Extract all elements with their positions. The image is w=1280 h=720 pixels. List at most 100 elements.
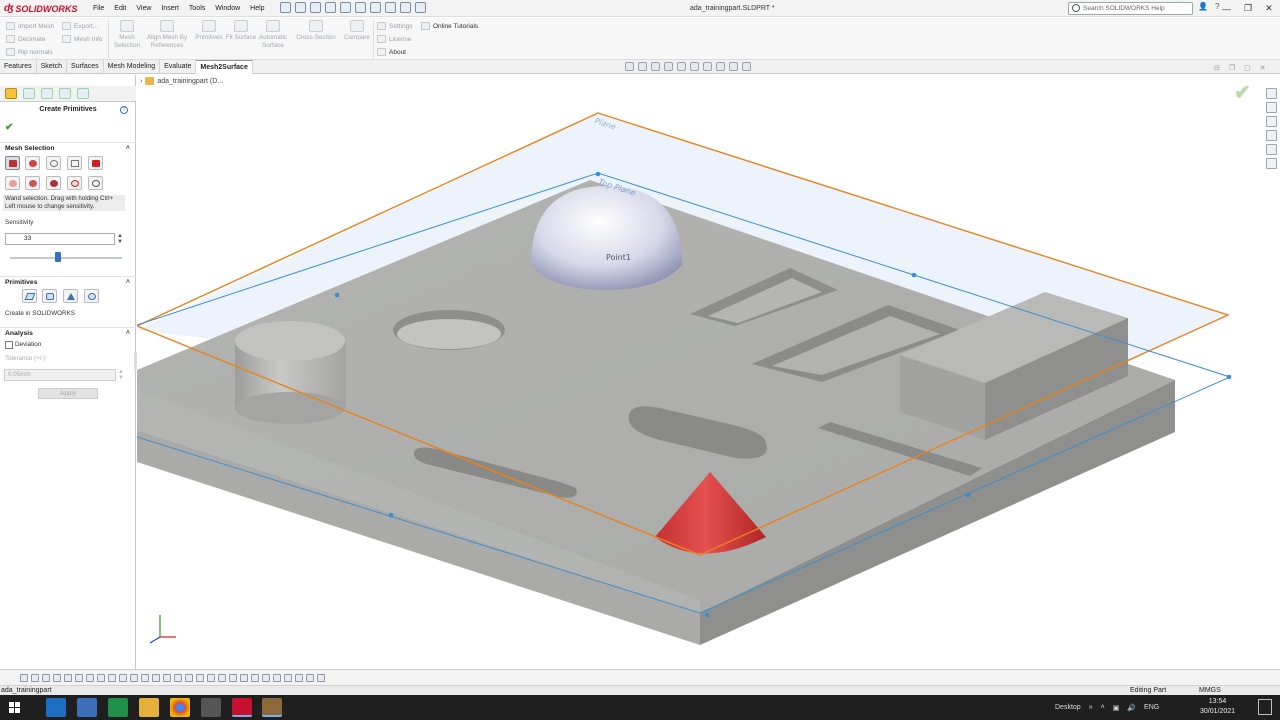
section-view-icon[interactable] bbox=[664, 62, 673, 71]
license-button[interactable]: License bbox=[377, 35, 411, 43]
view-orientation-icon[interactable] bbox=[677, 62, 686, 71]
print-icon[interactable] bbox=[340, 2, 351, 13]
filter-balloon-icon[interactable] bbox=[284, 673, 292, 682]
filter-mesh-icon[interactable] bbox=[163, 673, 171, 682]
sensitivity-input[interactable]: 33 bbox=[5, 233, 115, 245]
filter-faces-icon[interactable] bbox=[53, 673, 61, 682]
notification-icon[interactable] bbox=[1258, 699, 1272, 715]
view-palette-icon[interactable] bbox=[1266, 130, 1277, 141]
about-button[interactable]: About bbox=[377, 48, 406, 56]
hide-selection-button[interactable] bbox=[67, 176, 82, 190]
dimxpert-tab-icon[interactable] bbox=[59, 88, 71, 99]
filter-points-icon[interactable] bbox=[108, 673, 116, 682]
primitives-button[interactable]: Primitives bbox=[192, 20, 226, 42]
menu-file[interactable]: File bbox=[88, 5, 109, 12]
save-icon[interactable] bbox=[325, 2, 336, 13]
collapse-icon[interactable]: ˄ bbox=[126, 277, 130, 288]
design-library-icon[interactable] bbox=[1266, 102, 1277, 113]
cylinder-primitive-button[interactable] bbox=[42, 289, 57, 303]
volume-icon[interactable]: 🔊 bbox=[1127, 704, 1136, 712]
property-manager-tab-icon[interactable] bbox=[23, 88, 35, 99]
solidworks-taskbar-icon[interactable] bbox=[232, 698, 252, 717]
automatic-surface-button[interactable]: Automatic Surface bbox=[254, 20, 292, 50]
filter-revision-icon[interactable] bbox=[306, 673, 314, 682]
viewport-restore-icon[interactable]: ❐ bbox=[1229, 64, 1235, 72]
ok-check-icon[interactable]: ✔ bbox=[5, 122, 13, 133]
model-view[interactable]: Plane Top Plane Point1 bbox=[137, 75, 1280, 669]
previous-view-icon[interactable] bbox=[651, 62, 660, 71]
grow-selection-button[interactable] bbox=[5, 176, 20, 190]
apply-button[interactable]: Apply bbox=[38, 388, 98, 399]
filter-weld-icon[interactable] bbox=[196, 673, 204, 682]
new-icon[interactable] bbox=[295, 2, 306, 13]
menu-insert[interactable]: Insert bbox=[156, 5, 184, 12]
app-icon-6[interactable] bbox=[201, 698, 221, 717]
chrome-icon[interactable] bbox=[170, 698, 190, 717]
decimate-button[interactable]: Decimate bbox=[6, 35, 45, 43]
mesh-selection-button[interactable]: Mesh Selection bbox=[110, 20, 144, 50]
align-mesh-button[interactable]: Align Mesh By References bbox=[146, 20, 188, 50]
viewport-maximize-icon[interactable]: ▢ bbox=[1244, 64, 1251, 72]
filter-hole-icon[interactable] bbox=[218, 673, 226, 682]
viewport-close-icon[interactable]: ✕ bbox=[1260, 64, 1266, 72]
filter-more-icon[interactable] bbox=[317, 673, 325, 682]
analysis-header[interactable]: Analysis ˄ bbox=[0, 327, 136, 338]
filter-loop-icon[interactable] bbox=[185, 673, 193, 682]
sphere-primitive-button[interactable] bbox=[84, 289, 99, 303]
select-filter-icon[interactable] bbox=[31, 673, 39, 682]
viewport-minimize-icon[interactable]: ⊟ bbox=[1214, 64, 1220, 72]
tab-sketch[interactable]: Sketch bbox=[37, 60, 68, 74]
sensitivity-slider-track[interactable] bbox=[10, 257, 122, 259]
file-properties-icon[interactable] bbox=[400, 2, 411, 13]
shrink-selection-button[interactable] bbox=[25, 176, 40, 190]
network-icon[interactable]: ▣ bbox=[1113, 704, 1120, 712]
plane-primitive-button[interactable] bbox=[22, 289, 37, 303]
filter-block-icon[interactable] bbox=[251, 673, 259, 682]
zoom-to-fit-icon[interactable] bbox=[625, 62, 634, 71]
select-icon[interactable] bbox=[370, 2, 381, 13]
filter-table-icon[interactable] bbox=[295, 673, 303, 682]
settings-button[interactable]: Settings bbox=[377, 22, 413, 30]
appearances-icon[interactable] bbox=[1266, 144, 1277, 155]
tab-surfaces[interactable]: Surfaces bbox=[67, 60, 104, 74]
cross-section-button[interactable]: Cross-Section bbox=[294, 20, 338, 42]
outlook-icon[interactable] bbox=[46, 698, 66, 717]
custom-properties-icon[interactable] bbox=[1266, 158, 1277, 169]
filter-planes-icon[interactable] bbox=[86, 673, 94, 682]
menu-edit[interactable]: Edit bbox=[109, 5, 131, 12]
tolerance-input[interactable]: 0.05mm bbox=[4, 369, 116, 381]
filter-gtol-icon[interactable] bbox=[262, 673, 270, 682]
brush-selection-button[interactable] bbox=[25, 156, 40, 170]
box-selection-button[interactable] bbox=[67, 156, 82, 170]
clock[interactable]: 13:54 30/01/2021 bbox=[1200, 697, 1235, 717]
cone-primitive-button[interactable] bbox=[63, 289, 78, 303]
show-all-button[interactable] bbox=[88, 176, 103, 190]
lasso-selection-button[interactable] bbox=[46, 156, 61, 170]
help-icon[interactable]: ? bbox=[120, 106, 128, 114]
tab-features[interactable]: Features bbox=[0, 60, 37, 74]
user-icon[interactable]: 👤 bbox=[1198, 2, 1208, 11]
minimize-icon[interactable]: — bbox=[1222, 4, 1231, 14]
menu-help[interactable]: Help bbox=[245, 5, 269, 12]
filter-surface-finish-icon[interactable] bbox=[273, 673, 281, 682]
app-icon-2[interactable] bbox=[77, 698, 97, 717]
filter-edges-icon[interactable] bbox=[42, 673, 50, 682]
filter-curve-icon[interactable] bbox=[174, 673, 182, 682]
display-style-icon[interactable] bbox=[690, 62, 699, 71]
feature-manager-tab-icon[interactable] bbox=[5, 88, 17, 99]
home-icon[interactable] bbox=[280, 2, 291, 13]
app-icon-3[interactable] bbox=[108, 698, 128, 717]
select-all-button[interactable] bbox=[88, 156, 103, 170]
restore-icon[interactable]: ❐ bbox=[1244, 3, 1252, 14]
undo-icon[interactable] bbox=[355, 2, 366, 13]
tab-evaluate[interactable]: Evaluate bbox=[160, 60, 197, 74]
menu-window[interactable]: Window bbox=[210, 5, 245, 12]
filter-axes-icon[interactable] bbox=[97, 673, 105, 682]
collapse-icon[interactable]: ˄ bbox=[126, 143, 130, 154]
filter-center-icon[interactable] bbox=[240, 673, 248, 682]
compare-button[interactable]: Compare bbox=[340, 20, 374, 42]
solidworks-resources-icon[interactable] bbox=[1266, 88, 1277, 99]
wand-selection-button[interactable] bbox=[5, 156, 20, 170]
feature-tree-flyout[interactable]: › ada_trainingpart (D... bbox=[140, 77, 223, 85]
search-input[interactable]: Search SOLIDWORKS Help bbox=[1068, 2, 1193, 15]
